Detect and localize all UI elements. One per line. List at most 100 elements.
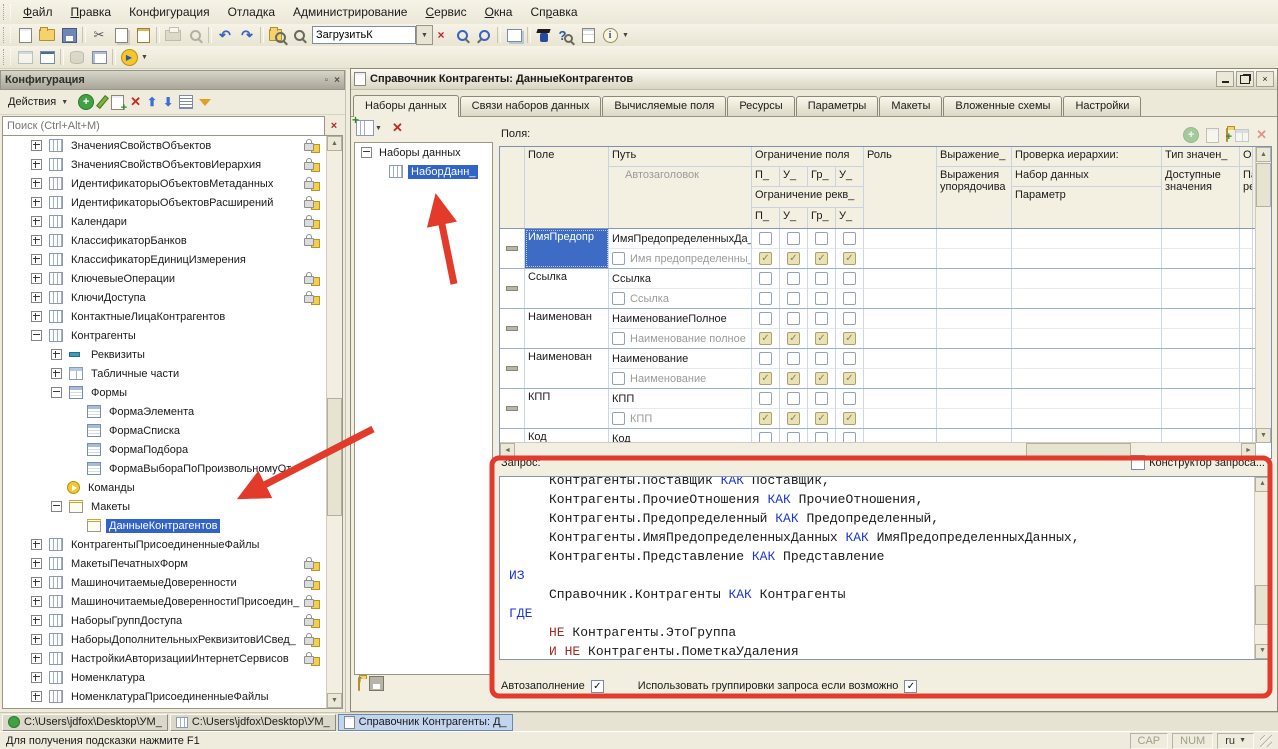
- toolbar-overflow-icon[interactable]: ▼: [141, 54, 148, 61]
- empty-cell[interactable]: [937, 389, 1012, 408]
- restriction-attr-checkbox[interactable]: ✓: [836, 248, 864, 268]
- empty-cell[interactable]: [1240, 349, 1253, 368]
- tree-item[interactable]: НастройкиАвторизацииИнтернетСервисов: [3, 649, 342, 668]
- taskbar-window-doc[interactable]: Справочник Контрагенты: Д_: [338, 714, 513, 731]
- empty-cell[interactable]: [937, 288, 1012, 308]
- empty-cell[interactable]: [1240, 429, 1253, 443]
- syntax-help-icon[interactable]: ?: [555, 25, 577, 45]
- tree-item[interactable]: ФормаСписка: [3, 421, 342, 440]
- tree-item[interactable]: КлючиДоступа: [3, 288, 342, 307]
- menu-item-Окна[interactable]: Окна: [476, 2, 522, 22]
- field-name-cell[interactable]: Код: [525, 429, 609, 443]
- scroll-up-icon[interactable]: ▲: [1256, 147, 1271, 162]
- taskbar-window-table[interactable]: C:\Users\jdfox\Desktop\УМ_: [170, 714, 336, 731]
- empty-cell[interactable]: [1240, 309, 1253, 328]
- tree-item[interactable]: ИдентификаторыОбъектовРасширений: [3, 193, 342, 212]
- tree-item[interactable]: Команды: [3, 478, 342, 497]
- restriction-attr-checkbox[interactable]: ✓: [808, 248, 836, 268]
- tree-item[interactable]: Контрагенты: [3, 326, 342, 345]
- empty-cell[interactable]: [1012, 408, 1162, 428]
- tree-item[interactable]: ФормаЭлемента: [3, 402, 342, 421]
- query-constructor-link[interactable]: Конструктор запроса...: [1131, 455, 1265, 470]
- tree-item[interactable]: Табличные части: [3, 364, 342, 383]
- restriction-checkbox[interactable]: [752, 429, 780, 443]
- tree-item[interactable]: Календари: [3, 212, 342, 231]
- save-icon[interactable]: [58, 25, 80, 45]
- close-app-window-icon[interactable]: [36, 47, 58, 67]
- tree-item[interactable]: КонтактныеЛицаКонтрагентов: [3, 307, 342, 326]
- empty-cell[interactable]: [1162, 328, 1240, 348]
- undo-icon[interactable]: ↶: [214, 25, 236, 45]
- restriction-attr-checkbox[interactable]: ✓: [780, 408, 808, 428]
- tree-item[interactable]: МакетыПечатныхФорм: [3, 554, 342, 573]
- restriction-checkbox[interactable]: [836, 229, 864, 248]
- empty-cell[interactable]: [1240, 389, 1253, 408]
- field-path-cell[interactable]: ИмяПредопределенныхДа_: [609, 229, 752, 248]
- field-name-cell[interactable]: Наименован: [525, 349, 609, 388]
- tree-item[interactable]: ФормаПодбора: [3, 440, 342, 459]
- scrollbar-thumb[interactable]: [1256, 163, 1271, 207]
- move-up-icon[interactable]: ⬆: [147, 95, 157, 109]
- dataset-item[interactable]: НаборДанн_: [355, 162, 492, 181]
- empty-cell[interactable]: [1162, 288, 1240, 308]
- restriction-checkbox[interactable]: [836, 269, 864, 288]
- delete-field-icon[interactable]: ✕: [1256, 127, 1267, 143]
- collapse-icon[interactable]: [361, 147, 372, 158]
- empty-cell[interactable]: [864, 248, 937, 268]
- tab-Макеты[interactable]: Макеты: [879, 96, 942, 116]
- grouping-checkbox[interactable]: ✓: [904, 680, 917, 693]
- expand-icon[interactable]: [31, 330, 42, 341]
- copy-object-icon[interactable]: +: [111, 95, 124, 110]
- combo-dropdown-icon[interactable]: ▼: [416, 25, 433, 45]
- scrollbar-thumb[interactable]: [1255, 585, 1270, 625]
- empty-cell[interactable]: [1012, 349, 1162, 368]
- tree-item[interactable]: КлючевыеОперации: [3, 269, 342, 288]
- menu-item-Администрирование[interactable]: Администрирование: [284, 2, 416, 22]
- scroll-up-icon[interactable]: ▲: [327, 136, 342, 151]
- find-next-icon[interactable]: [451, 25, 473, 45]
- tree-item[interactable]: КлассификаторБанков: [3, 231, 342, 250]
- expand-icon[interactable]: [31, 596, 42, 607]
- cut-icon[interactable]: ✂: [88, 25, 110, 45]
- field-autotitle-cell[interactable]: Наименование полное: [609, 328, 752, 348]
- autotitle-checkbox[interactable]: [612, 372, 625, 385]
- empty-cell[interactable]: [937, 368, 1012, 388]
- restriction-checkbox[interactable]: [808, 269, 836, 288]
- empty-cell[interactable]: [864, 288, 937, 308]
- tree-item[interactable]: ДанныеКонтрагентов: [3, 516, 342, 535]
- empty-cell[interactable]: [937, 309, 1012, 328]
- restriction-checkbox[interactable]: [808, 389, 836, 408]
- restriction-checkbox[interactable]: [752, 229, 780, 248]
- restriction-attr-checkbox[interactable]: [780, 288, 808, 308]
- load-schema-icon[interactable]: ↑: [358, 678, 360, 690]
- tab-Параметры[interactable]: Параметры: [796, 96, 879, 116]
- empty-cell[interactable]: [1162, 429, 1240, 443]
- restriction-attr-checkbox[interactable]: ✓: [752, 328, 780, 348]
- field-autotitle-cell[interactable]: Ссылка: [609, 288, 752, 308]
- empty-cell[interactable]: [1162, 269, 1240, 288]
- field-name-cell[interactable]: ИмяПредопр: [525, 229, 609, 268]
- tree-item[interactable]: ЗначенияСвойствОбъектов: [3, 136, 342, 155]
- restriction-checkbox[interactable]: [752, 389, 780, 408]
- row-grip[interactable]: [500, 269, 525, 308]
- restriction-checkbox[interactable]: [808, 429, 836, 443]
- empty-cell[interactable]: [1240, 288, 1253, 308]
- empty-cell[interactable]: [1012, 309, 1162, 328]
- restriction-attr-checkbox[interactable]: ✓: [780, 368, 808, 388]
- restriction-attr-checkbox[interactable]: ✓: [836, 408, 864, 428]
- restriction-attr-checkbox[interactable]: ✓: [752, 368, 780, 388]
- scrollbar-thumb[interactable]: [1026, 443, 1131, 458]
- empty-cell[interactable]: [1240, 248, 1253, 268]
- restriction-checkbox[interactable]: [780, 389, 808, 408]
- add-field-icon[interactable]: +: [1183, 127, 1199, 143]
- paste-icon[interactable]: [132, 25, 154, 45]
- scroll-down-icon[interactable]: ▼: [1255, 644, 1270, 659]
- tab-Наборы данных[interactable]: Наборы данных: [353, 95, 459, 117]
- restriction-attr-checkbox[interactable]: ✓: [780, 248, 808, 268]
- clear-search-icon[interactable]: ×: [325, 120, 343, 132]
- field-path-cell[interactable]: Ссылка: [609, 269, 752, 288]
- delete-object-icon[interactable]: ✕: [130, 94, 141, 110]
- autofill-checkbox[interactable]: ✓: [591, 680, 604, 693]
- empty-cell[interactable]: [1162, 229, 1240, 248]
- filter-icon[interactable]: [199, 99, 211, 106]
